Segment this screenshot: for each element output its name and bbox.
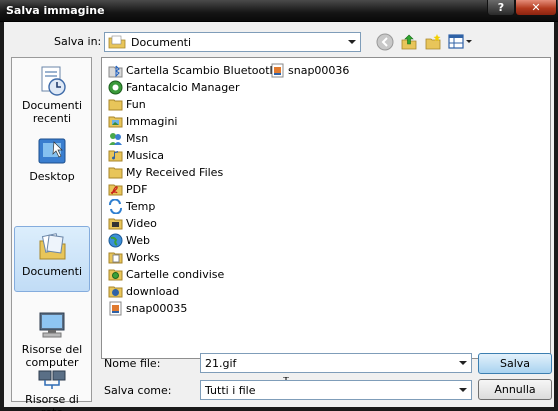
list-item[interactable]: snap00035 (108, 300, 187, 317)
list-item[interactable]: Fantacalcio Manager (108, 79, 239, 96)
filename-input[interactable]: 21.gif (200, 353, 472, 373)
video-folder-icon (108, 218, 123, 230)
list-item[interactable]: Musica (108, 147, 164, 164)
savetype-value: Tutti i file (205, 383, 256, 397)
save-in-label: Salva in: (54, 35, 102, 48)
place-recent-documents[interactable]: Documenti recenti (14, 60, 90, 126)
list-item[interactable]: PDF (108, 181, 147, 198)
view-menu-icon[interactable] (448, 33, 474, 51)
save-button[interactable]: Salva (478, 353, 552, 374)
app-folder-icon (108, 80, 123, 95)
list-item[interactable]: Works (108, 249, 160, 266)
cancel-button[interactable]: Annulla (478, 379, 552, 400)
works-folder-icon (108, 252, 123, 264)
folder-icon (108, 167, 123, 179)
list-item[interactable]: Video (108, 215, 157, 232)
place-network[interactable]: Risorse di rete (14, 368, 90, 411)
chevron-down-icon[interactable] (455, 354, 471, 372)
list-item[interactable]: Temp (108, 198, 155, 215)
shared-folder-icon (108, 269, 123, 281)
list-item[interactable]: Fun (108, 96, 146, 113)
up-folder-icon[interactable] (400, 33, 418, 51)
location-text: Documenti (131, 35, 192, 49)
recent-documents-icon (41, 66, 66, 96)
list-item[interactable]: Msn (108, 130, 148, 147)
place-label: Risorse del computer (21, 343, 83, 369)
pdf-folder-icon (108, 184, 123, 196)
msn-folder-icon (109, 133, 122, 145)
folder-icon (108, 99, 123, 111)
window-title: Salva immagine (6, 4, 105, 17)
web-folder-icon (108, 233, 123, 248)
list-item[interactable]: My Received Files (108, 164, 223, 181)
place-computer[interactable]: Risorse del computer (14, 304, 90, 370)
temp-folder-icon (109, 199, 122, 214)
desktop-icon (38, 138, 66, 164)
image-file-icon (109, 301, 122, 316)
pictures-folder-icon (108, 116, 123, 128)
place-label: Desktop (29, 170, 75, 183)
savetype-label: Salva come: (104, 384, 172, 397)
image-file-icon (271, 63, 284, 78)
list-item[interactable]: snap00036 (270, 62, 349, 79)
list-item[interactable]: download (108, 283, 179, 300)
download-folder-icon (108, 286, 123, 298)
title-bar[interactable]: Salva immagine ? ✕ (0, 0, 558, 22)
filename-label: Nome file: (104, 357, 161, 370)
bluetooth-folder-icon (108, 65, 123, 78)
list-item[interactable]: Cartella Scambio Bluetooth (108, 62, 277, 79)
place-desktop[interactable]: Desktop (14, 131, 90, 197)
location-dropdown[interactable]: Documenti (104, 32, 361, 52)
back-icon[interactable] (376, 33, 394, 51)
savetype-dropdown[interactable]: Tutti i file (200, 380, 472, 400)
computer-icon (39, 312, 65, 338)
file-list[interactable]: Cartella Scambio Bluetooth Fantacalcio M… (101, 57, 551, 359)
music-folder-icon (108, 150, 123, 162)
places-bar: Documenti recenti Desktop Documenti Riso… (11, 57, 92, 411)
help-button[interactable]: ? (487, 0, 515, 16)
place-label: Risorse di rete (25, 393, 79, 411)
window-frame-right (554, 22, 558, 411)
chevron-down-icon[interactable] (344, 33, 360, 51)
place-label: Documenti recenti (21, 99, 83, 125)
close-button[interactable]: ✕ (515, 0, 557, 16)
documents-icon (39, 233, 66, 260)
list-item[interactable]: Immagini (108, 113, 177, 130)
chevron-down-icon[interactable] (455, 381, 471, 399)
list-item[interactable]: Cartelle condivise (108, 266, 224, 283)
place-documents[interactable]: Documenti (14, 226, 90, 292)
filename-value: 21.gif (205, 356, 237, 370)
new-folder-icon[interactable] (424, 33, 442, 51)
list-item[interactable]: Web (108, 232, 150, 249)
dialog-body: Salva in: Documenti Documenti recenti De… (4, 22, 554, 411)
place-label: Documenti (21, 265, 83, 278)
network-icon (38, 370, 66, 389)
documents-folder-icon (108, 35, 126, 49)
